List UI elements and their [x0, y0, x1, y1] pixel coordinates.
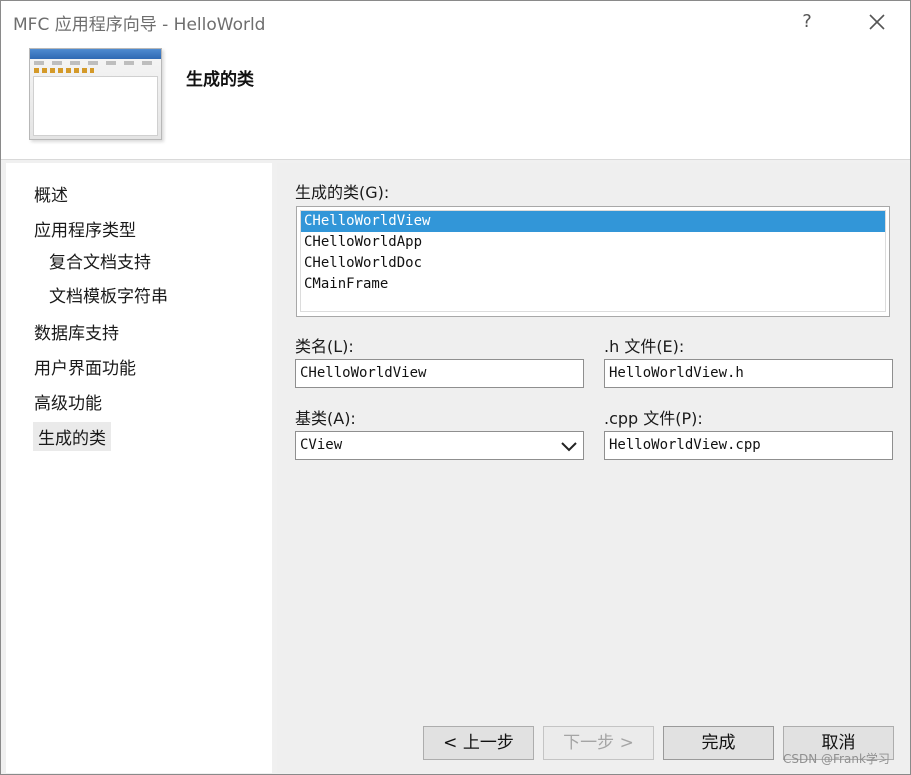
- help-button[interactable]: ?: [797, 8, 817, 36]
- watermark: CSDN @Frank学习: [783, 752, 890, 766]
- sidebar-item-app-type[interactable]: 应用程序类型: [34, 216, 136, 241]
- h-file-field[interactable]: HelloWorldView.h: [604, 359, 893, 388]
- header-divider: [1, 159, 910, 160]
- cpp-file-field[interactable]: HelloWorldView.cpp: [604, 431, 893, 460]
- base-class-label: 基类(A):: [295, 409, 356, 428]
- next-button[interactable]: 下一步 >: [543, 726, 654, 760]
- finish-button[interactable]: 完成: [663, 726, 774, 760]
- thumbnail-titlebar: [30, 49, 161, 59]
- list-item[interactable]: CMainFrame: [301, 274, 885, 295]
- sidebar-item-overview[interactable]: 概述: [34, 181, 68, 206]
- sidebar-item-doc-template[interactable]: 文档模板字符串: [49, 282, 168, 307]
- chevron-down-icon[interactable]: [559, 438, 579, 454]
- page-title: 生成的类: [186, 70, 254, 90]
- list-item-selected[interactable]: CHelloWorldView: [301, 211, 885, 232]
- wizard-window: MFC 应用程序向导 - HelloWorld ? 生成的类 概述 应用程序类型…: [0, 0, 911, 775]
- list-item[interactable]: CHelloWorldDoc: [301, 253, 885, 274]
- h-file-label: .h 文件(E):: [604, 337, 685, 356]
- thumbnail-body: [33, 76, 158, 136]
- sidebar-item-advanced[interactable]: 高级功能: [34, 389, 102, 414]
- wizard-thumbnail-icon: [29, 48, 162, 140]
- close-icon: [869, 14, 885, 30]
- header-banner: 生成的类: [1, 43, 910, 159]
- title-bar: MFC 应用程序向导 - HelloWorld ?: [1, 1, 910, 43]
- thumbnail-toolbar: [34, 68, 94, 73]
- classes-list: CHelloWorldView CHelloWorldApp CHelloWor…: [300, 210, 886, 312]
- base-class-value: CView: [300, 437, 343, 453]
- prev-button[interactable]: < 上一步: [423, 726, 534, 760]
- thumbnail-menu: [34, 61, 157, 65]
- sidebar-item-generated-classes[interactable]: 生成的类: [33, 422, 111, 451]
- class-name-field[interactable]: CHelloWorldView: [295, 359, 584, 388]
- window-title: MFC 应用程序向导 - HelloWorld: [13, 15, 266, 35]
- list-item[interactable]: CHelloWorldApp: [301, 232, 885, 253]
- cpp-file-label: .cpp 文件(P):: [604, 409, 703, 428]
- classes-listbox[interactable]: CHelloWorldView CHelloWorldApp CHelloWor…: [296, 206, 890, 317]
- base-class-combo[interactable]: CView: [295, 431, 584, 460]
- close-button[interactable]: [859, 6, 895, 38]
- sidebar-item-database[interactable]: 数据库支持: [34, 319, 119, 344]
- classes-label: 生成的类(G):: [295, 183, 390, 202]
- sidebar-item-compound-doc[interactable]: 复合文档支持: [49, 248, 151, 273]
- class-name-label: 类名(L):: [295, 337, 354, 356]
- sidebar-item-ui-features[interactable]: 用户界面功能: [34, 354, 136, 379]
